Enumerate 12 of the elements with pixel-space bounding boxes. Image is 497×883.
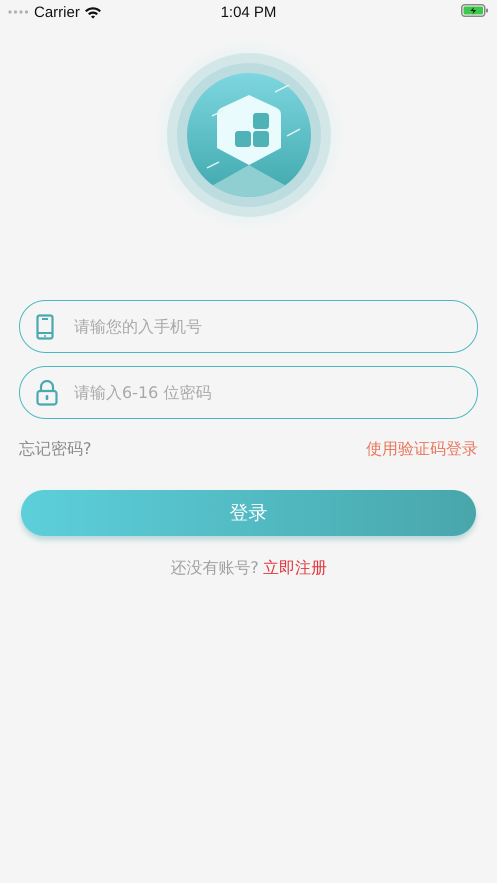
status-time: 1:04 PM <box>220 4 276 20</box>
register-prompt: 还没有账号? <box>170 558 259 579</box>
wifi-icon <box>84 6 102 18</box>
forgot-password-link[interactable]: 忘记密码? <box>19 439 92 460</box>
input-field[interactable]: 请输入6-16 位密码 <box>19 366 478 419</box>
carrier-name: Carrier <box>34 4 80 20</box>
login-button[interactable]: 登录 <box>21 490 476 536</box>
signal-icon <box>8 10 30 14</box>
input-field[interactable]: 请输您的入手机号 <box>19 300 478 353</box>
battery-icon <box>461 4 489 16</box>
code-login-link[interactable]: 使用验证码登录 <box>366 439 478 460</box>
register-link[interactable]: 立即注册 <box>262 558 327 579</box>
